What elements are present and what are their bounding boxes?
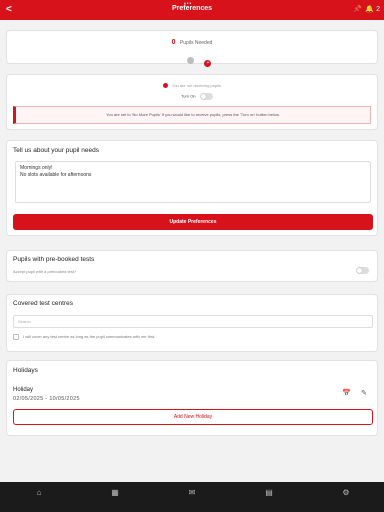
- edit-icon[interactable]: ✎: [361, 389, 367, 397]
- pupils-needed-label: Pupils Needed: [179, 40, 213, 46]
- top-app-bar: < ••• Preferences 📌 🔔 2: [0, 0, 384, 20]
- cover-any-checkbox[interactable]: [13, 334, 19, 340]
- decrement-button[interactable]: [187, 57, 194, 64]
- turn-on-label: Turn On: [181, 93, 196, 99]
- briefcase-icon[interactable]: ▤: [262, 488, 276, 497]
- turn-on-toggle[interactable]: [199, 93, 213, 100]
- update-preferences-button[interactable]: Update Preferences: [13, 214, 373, 230]
- settings-icon[interactable]: ⚙: [339, 488, 353, 497]
- pupil-needs-textarea[interactable]: Mornings only! No slots available for af…: [15, 161, 371, 203]
- pupil-needs-card: Tell us about your pupil needs Mornings …: [6, 140, 378, 236]
- holidays-card: Holidays Holiday 02/05/2025 - 10/05/2025…: [6, 360, 378, 436]
- holidays-title: Holidays: [13, 367, 38, 374]
- add-holiday-button[interactable]: Add New Holiday: [13, 409, 373, 425]
- bottom-nav: ⌂ ▦ ✉ ▤ ⚙: [0, 482, 384, 512]
- test-centre-search-input[interactable]: Search: [13, 315, 373, 328]
- increment-button[interactable]: +: [204, 60, 212, 67]
- calendar-icon[interactable]: ▦: [108, 488, 122, 497]
- pupils-needed-count: 0: [171, 39, 176, 46]
- pin-icon[interactable]: 📌: [353, 5, 362, 13]
- pupil-needs-title: Tell us about your pupil needs: [13, 147, 100, 154]
- calendar-edit-icon[interactable]: 📅: [342, 389, 351, 397]
- prebooked-toggle[interactable]: [356, 267, 369, 274]
- prebooked-title: Pupils with pre-booked tests: [13, 256, 95, 263]
- notification-count: 2: [376, 6, 380, 13]
- mail-icon[interactable]: ✉: [185, 488, 199, 497]
- notifications-button[interactable]: 🔔 2: [365, 5, 380, 13]
- pupils-stepper: +: [187, 51, 212, 69]
- prebooked-question: Accept pupil with a prebooked test?: [13, 269, 77, 274]
- receiving-status-text: You are not receiving pupils: [172, 83, 222, 88]
- page-title: Preferences: [171, 5, 213, 12]
- bell-icon: 🔔: [365, 6, 375, 13]
- test-centres-title: Covered test centres: [13, 300, 73, 307]
- pupils-needed-card: 0 Pupils Needed +: [6, 30, 378, 67]
- receiving-status: You are not receiving pupils: [7, 83, 377, 89]
- holiday-name: Holiday: [13, 387, 34, 393]
- no-more-pupils-notice: You are set to 'No More Pupils' If you w…: [13, 106, 371, 124]
- cover-any-label: I will cover any test centre as long as …: [23, 334, 156, 340]
- prebooked-tests-card: Pupils with pre-booked tests Accept pupi…: [6, 250, 378, 282]
- cover-any-row: I will cover any test centre as long as …: [13, 334, 155, 340]
- receiving-pupils-card: You are not receiving pupils Turn On You…: [6, 74, 378, 130]
- status-dot-icon: [162, 83, 168, 89]
- turn-on-row: Turn On: [181, 93, 213, 100]
- pupils-needed-row: 0 Pupils Needed: [7, 39, 377, 46]
- holiday-dates: 02/05/2025 - 10/05/2025: [13, 396, 80, 402]
- home-icon[interactable]: ⌂: [32, 488, 46, 497]
- test-centres-card: Covered test centres Search I will cover…: [6, 294, 378, 352]
